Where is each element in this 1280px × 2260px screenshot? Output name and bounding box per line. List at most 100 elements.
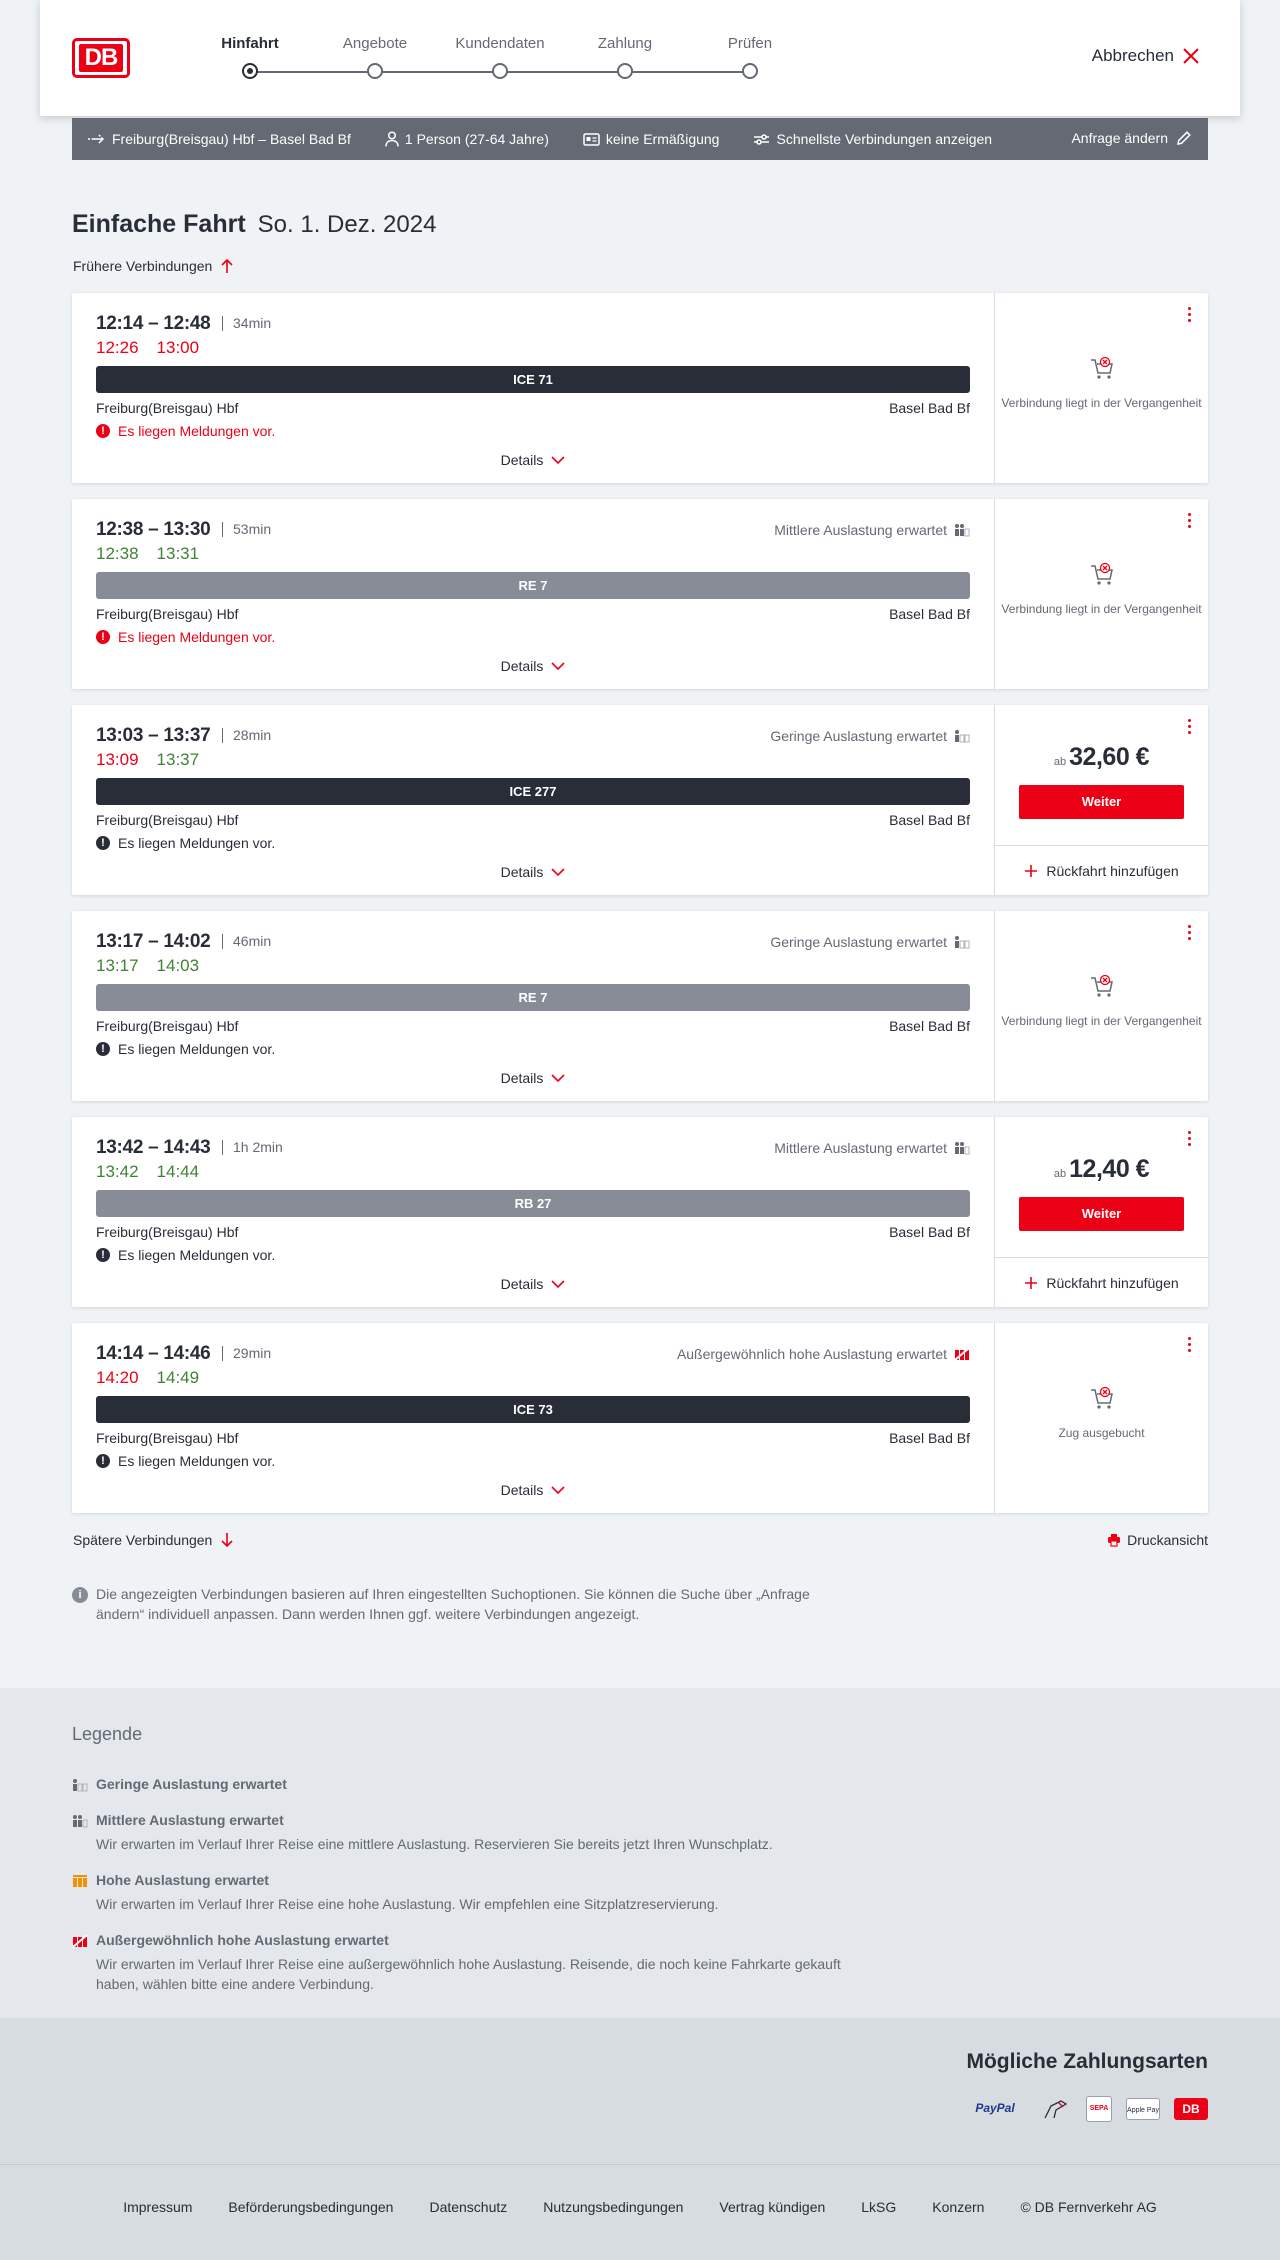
footer-link[interactable]: © DB Fernverkehr AG — [1020, 2199, 1156, 2215]
add-return-button[interactable]: Rückfahrt hinzufügen — [995, 1257, 1208, 1307]
request-travellers[interactable]: 1 Person (27-64 Jahre) — [385, 131, 549, 147]
route-text: Freiburg(Breisgau) Hbf – Basel Bad Bf — [112, 131, 351, 147]
more-options-button[interactable] — [1188, 1131, 1192, 1147]
realtime-times: 12:26 13:00 — [96, 338, 217, 358]
step-label: Angebote — [342, 35, 408, 52]
details-toggle[interactable]: Details — [96, 864, 970, 880]
more-options-button[interactable] — [1188, 513, 1192, 529]
realtime-departure: 13:09 — [96, 750, 139, 769]
notice-message[interactable]: ! Es liegen Meldungen vor. — [96, 835, 275, 851]
step-hinfahrt[interactable]: Hinfahrt — [190, 35, 310, 79]
realtime-arrival: 13:31 — [156, 544, 200, 563]
train-bar[interactable]: RE 7 — [96, 572, 970, 599]
footer-links: Impressum Beförderungsbedingungen Datensch… — [0, 2199, 1280, 2215]
change-request-button[interactable]: Anfrage ändern — [1071, 130, 1192, 146]
continue-button[interactable]: Weiter — [1019, 1197, 1184, 1231]
footer-link[interactable]: Konzern — [932, 2199, 984, 2215]
notice-message[interactable]: ! Es liegen Meldungen vor. — [96, 1041, 275, 1057]
details-toggle[interactable]: Details — [96, 452, 970, 468]
duration: 28min — [222, 728, 271, 743]
train-bar[interactable]: RE 7 — [96, 984, 970, 1011]
load-text: Mittlere Auslastung erwartet — [774, 1140, 947, 1156]
planned-times: 13:17 – 14:02 — [96, 931, 211, 952]
realtime-departure: 13:17 — [96, 956, 139, 975]
notice-message[interactable]: ! Es liegen Meldungen vor. — [96, 1453, 275, 1469]
legend-section: Legende Geringe Auslastung erwartet Mittl… — [0, 1688, 1280, 2018]
more-options-button[interactable] — [1188, 1337, 1192, 1353]
notice-text: Es liegen Meldungen vor. — [118, 1453, 276, 1469]
legend-item-title: Außergewöhnlich hohe Auslastung erwartet — [96, 1932, 389, 1948]
cancel-button[interactable]: Abbrechen — [1092, 46, 1200, 66]
more-options-button[interactable] — [1188, 719, 1192, 735]
details-toggle[interactable]: Details — [96, 658, 970, 674]
payment-title: Mögliche Zahlungsarten — [966, 2050, 1208, 2073]
request-discount[interactable]: keine Ermäßigung — [583, 131, 719, 147]
offer-panel: ab 32,60 € Weiter Rückfahrt hinzufügen — [995, 705, 1208, 895]
more-options-button[interactable] — [1188, 307, 1192, 323]
load-text: Außergewöhnlich hohe Auslastung erwartet — [676, 1346, 947, 1362]
chevron-down-icon — [551, 867, 565, 876]
train-bar[interactable]: ICE 71 — [96, 366, 970, 393]
details-label: Details — [500, 1276, 544, 1292]
request-route[interactable]: Freiburg(Breisgau) Hbf – Basel Bad Bf — [88, 131, 351, 147]
details-toggle[interactable]: Details — [96, 1070, 970, 1086]
print-view-link[interactable]: Druckansicht — [1107, 1532, 1208, 1548]
footer-link[interactable]: Nutzungsbedingungen — [543, 2199, 683, 2215]
alert-icon: ! — [96, 836, 110, 850]
details-toggle[interactable]: Details — [96, 1482, 970, 1498]
connection-main: 14:14 – 14:46 29min 14:20 14:49 Außergewöhnl… — [96, 1323, 970, 1513]
db-logo[interactable]: DB — [72, 38, 130, 78]
connection-card[interactable]: 14:14 – 14:46 29min 14:20 14:49 Außergewöhnl… — [72, 1323, 1208, 1513]
realtime-departure: 14:20 — [96, 1368, 139, 1387]
realtime-times: 14:20 14:49 — [96, 1368, 217, 1388]
train-bar[interactable]: ICE 73 — [96, 1396, 970, 1423]
footer-link[interactable]: LkSG — [861, 2199, 896, 2215]
earlier-connections-link[interactable]: Frühere Verbindungen — [73, 258, 234, 274]
duration: 53min — [222, 522, 271, 537]
price-prefix: ab — [1053, 1168, 1067, 1180]
arrow-right-icon — [88, 134, 105, 144]
change-request-label: Anfrage ändern — [1071, 130, 1168, 146]
load-text: Geringe Auslastung erwartet — [770, 728, 947, 744]
connection-main: 13:42 – 14:43 1h 2min 13:42 14:44 Mittlere A… — [96, 1117, 970, 1307]
footer-link[interactable]: Datenschutz — [429, 2199, 507, 2215]
info-text: Die angezeigten Verbindungen basieren au… — [96, 1586, 810, 1622]
notice-message[interactable]: ! Es liegen Meldungen vor. — [96, 1247, 275, 1263]
request-bar: Freiburg(Breisgau) Hbf – Basel Bad Bf 1 … — [72, 118, 1208, 160]
add-return-button[interactable]: Rückfahrt hinzufügen — [995, 845, 1208, 895]
legend-item: Mittlere Auslastung erwartet Wir erwarten… — [72, 1812, 872, 1854]
train-bar[interactable]: ICE 277 — [96, 778, 970, 805]
realtime-times: 13:17 14:03 — [96, 956, 217, 976]
details-toggle[interactable]: Details — [96, 1276, 970, 1292]
realtime-arrival: 13:00 — [156, 338, 200, 357]
notice-message[interactable]: ! Es liegen Meldungen vor. — [96, 423, 275, 439]
more-options-button[interactable] — [1188, 925, 1192, 941]
realtime-times: 13:09 13:37 — [96, 750, 217, 770]
request-filter[interactable]: Schnellste Verbindungen anzeigen — [753, 131, 992, 147]
chevron-down-icon — [551, 1279, 565, 1288]
chevron-down-icon — [551, 661, 565, 670]
later-label: Spätere Verbindungen — [73, 1532, 213, 1548]
destination-station: Basel Bad Bf — [889, 606, 970, 622]
footer-link[interactable]: Beförderungsbedingungen — [228, 2199, 393, 2215]
step-pruefen: Prüfen — [690, 35, 810, 79]
train-bar[interactable]: RB 27 — [96, 1190, 970, 1217]
print-icon — [1108, 1534, 1121, 1547]
connection-status: Verbindung liegt in der Vergangenheit — [995, 355, 1208, 411]
connection-card[interactable]: 13:42 – 14:43 1h 2min 13:42 14:44 Mittlere A… — [72, 1117, 1208, 1307]
travel-date: So. 1. Dez. 2024 — [257, 211, 437, 238]
connection-card[interactable]: 12:38 – 13:30 53min 12:38 13:31 Mittlere Aus… — [72, 499, 1208, 689]
apple-pay-label: Apple Pay — [1127, 2107, 1159, 2114]
later-connections-link[interactable]: Spätere Verbindungen — [73, 1532, 234, 1548]
connection-card[interactable]: 13:17 – 14:02 46min 13:17 14:03 Geringe Ausl… — [72, 911, 1208, 1101]
notice-message[interactable]: ! Es liegen Meldungen vor. — [96, 629, 275, 645]
legend-item: Hohe Auslastung erwartet Wir erwarten im … — [72, 1872, 872, 1914]
footer-link[interactable]: Vertrag kündigen — [719, 2199, 825, 2215]
footer-link[interactable]: Impressum — [123, 2199, 192, 2215]
realtime-times: 12:38 13:31 — [96, 544, 217, 564]
continue-button[interactable]: Weiter — [1019, 785, 1184, 819]
person-icon — [385, 131, 399, 147]
cart-unavailable-icon — [1090, 1386, 1113, 1409]
connection-card[interactable]: 12:14 – 12:48 34min 12:26 13:00 ICE 71 Freibu… — [72, 293, 1208, 483]
connection-card[interactable]: 13:03 – 13:37 28min 13:09 13:37 Geringe Ausl… — [72, 705, 1208, 895]
